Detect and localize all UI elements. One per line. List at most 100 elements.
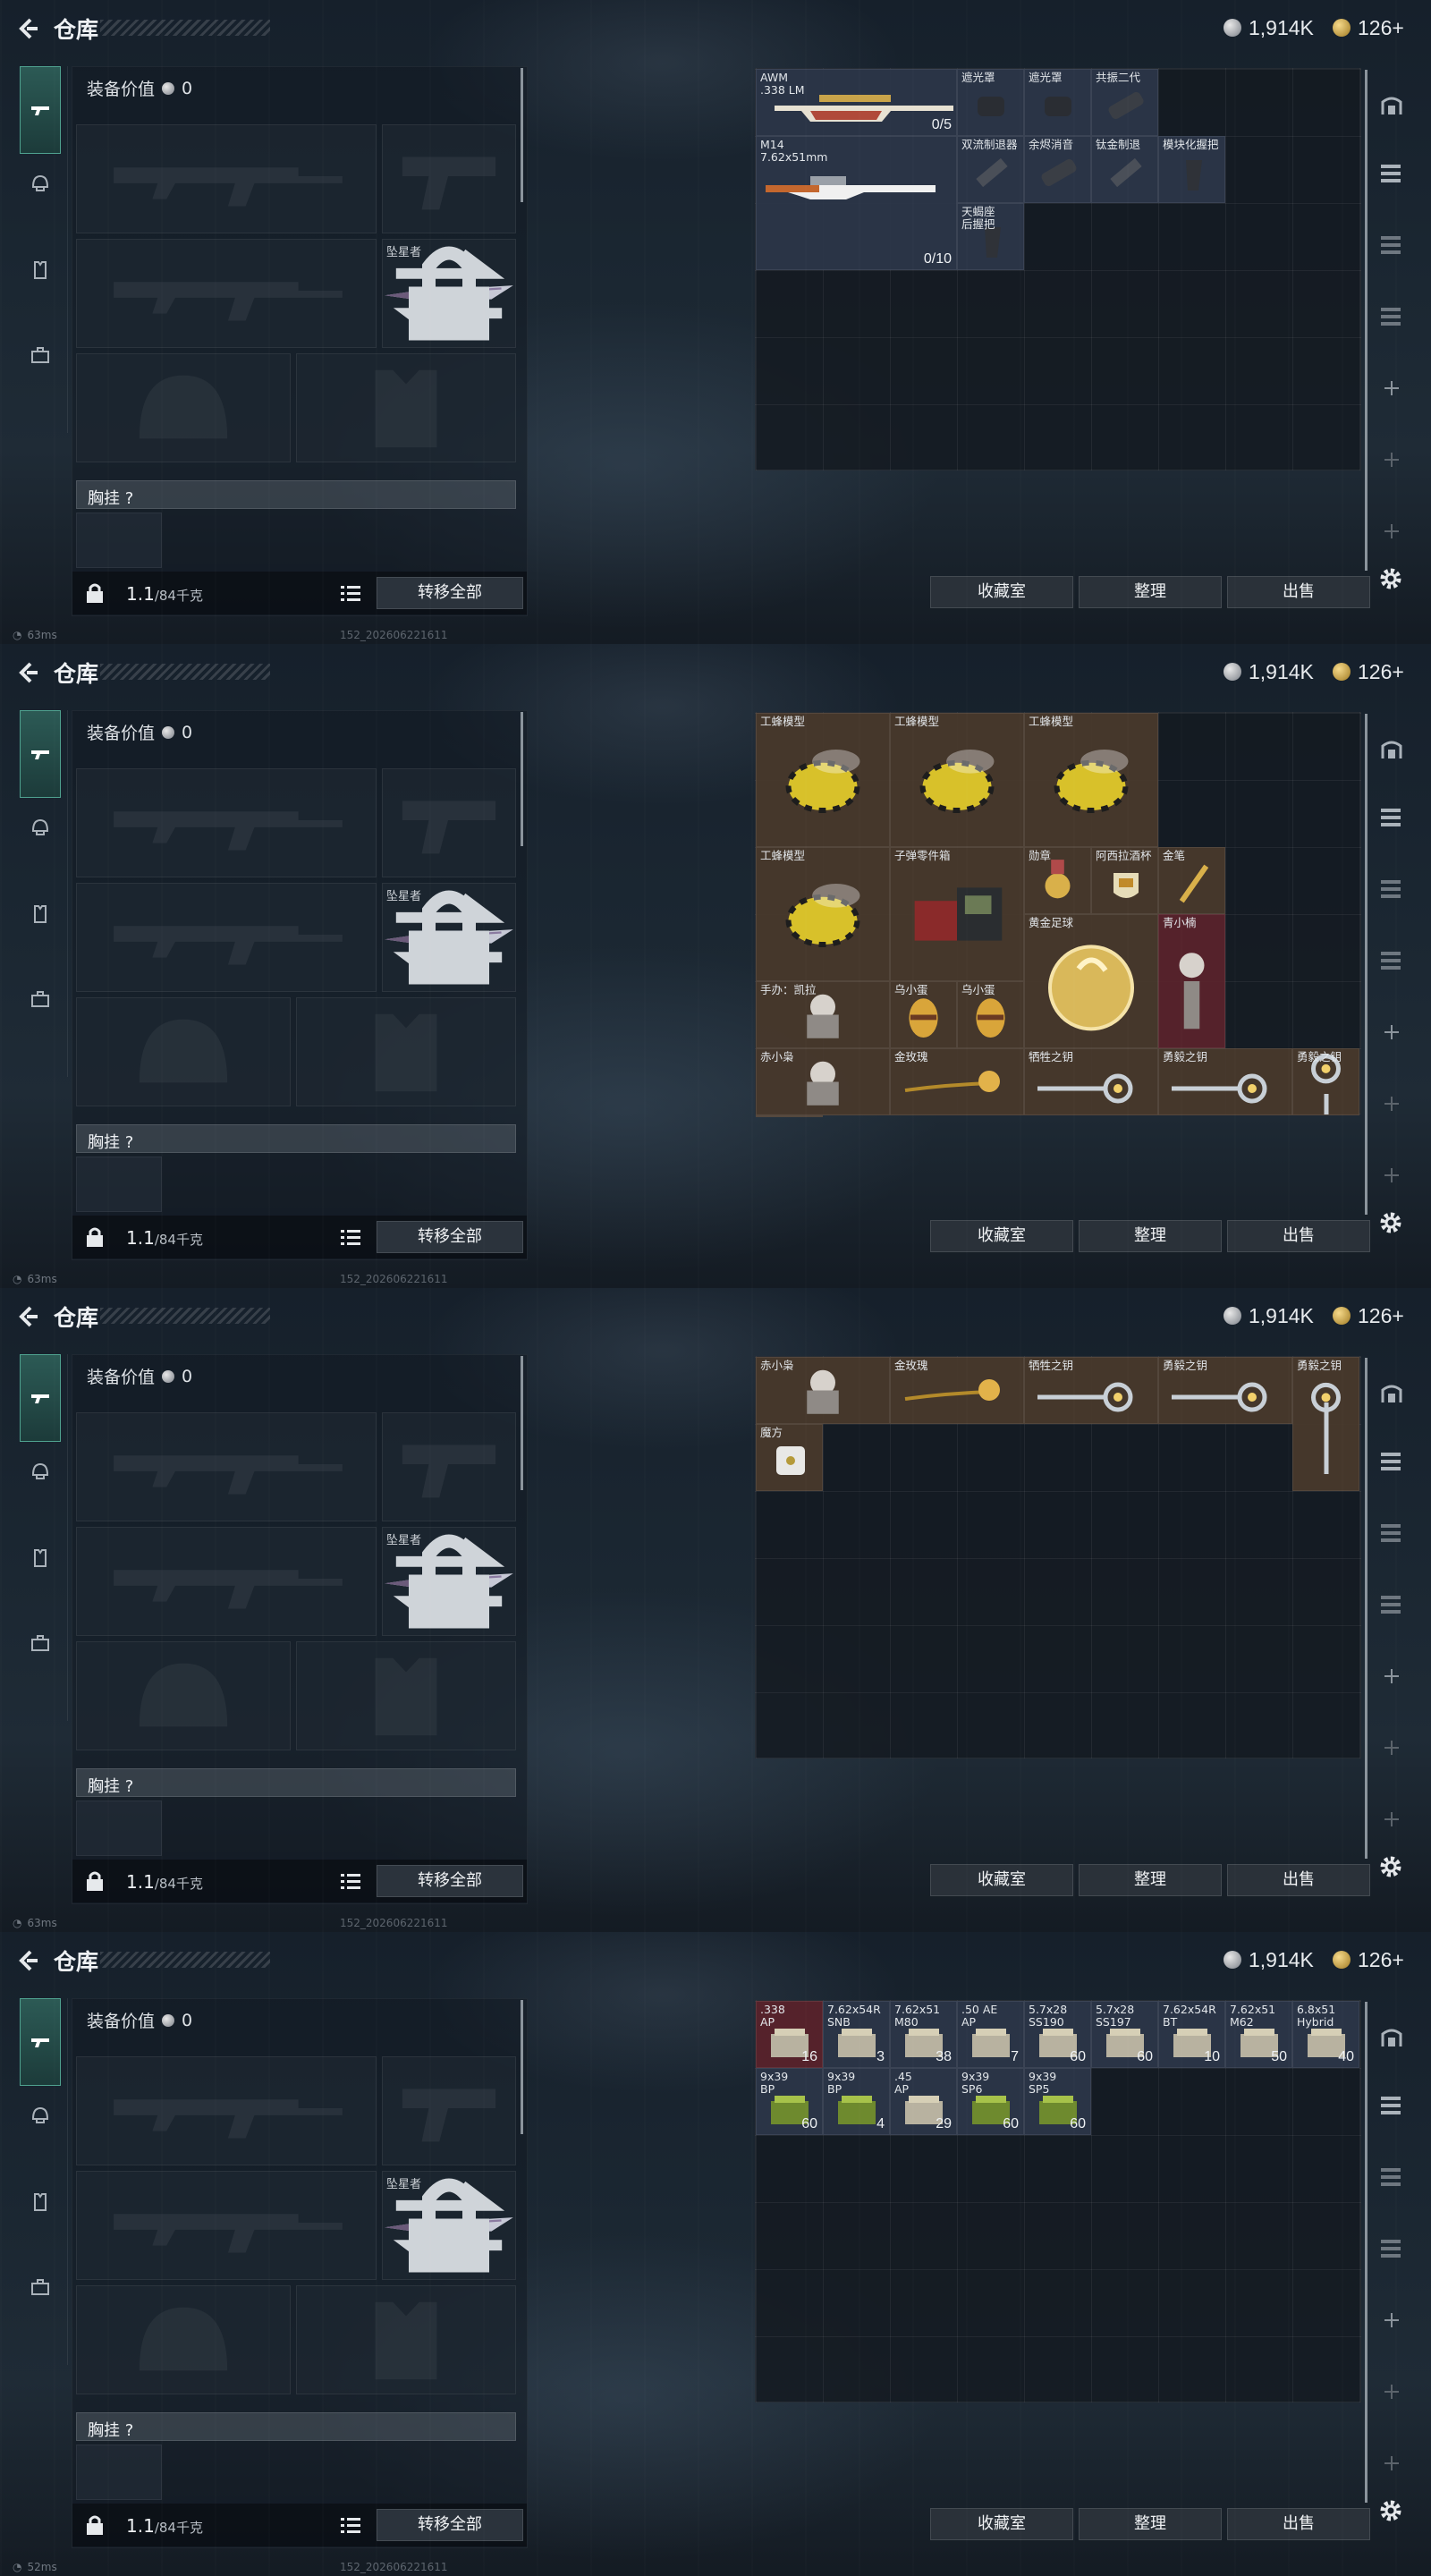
stash-tab-2[interactable] xyxy=(1376,801,1408,834)
stash-item[interactable]: 乌小蛋 xyxy=(957,981,1024,1048)
collection-room-button[interactable]: 收藏室 xyxy=(930,2508,1073,2540)
pistol-slot[interactable] xyxy=(382,768,516,877)
nav-helmet[interactable] xyxy=(20,807,61,848)
equipment-scrollbar[interactable] xyxy=(521,1356,523,1490)
add-tab-button[interactable] xyxy=(1376,1660,1408,1692)
nav-backpack[interactable] xyxy=(20,979,61,1020)
sell-button[interactable]: 出售 xyxy=(1227,576,1370,608)
sell-button[interactable]: 出售 xyxy=(1227,1864,1370,1896)
stash-item[interactable]: 牺牲之钥 xyxy=(1024,1357,1158,1424)
secondary-weapon-slot[interactable] xyxy=(76,883,377,992)
sell-button[interactable]: 出售 xyxy=(1227,2508,1370,2540)
stash-scrollbar[interactable] xyxy=(1365,714,1367,1215)
armor-slot[interactable] xyxy=(296,353,516,462)
gear-icon[interactable] xyxy=(1377,1853,1404,1880)
stash-item[interactable]: 金笔 xyxy=(1158,847,1225,914)
melee-slot[interactable]: 坠星者 xyxy=(382,239,516,348)
melee-slot[interactable]: 坠星者 xyxy=(382,2171,516,2280)
add-tab-button-2[interactable] xyxy=(1376,2376,1408,2408)
back-icon[interactable] xyxy=(14,1304,39,1329)
stash-tab-4[interactable] xyxy=(1376,2233,1408,2265)
stash-tab-1[interactable] xyxy=(1376,89,1408,122)
transfer-all-button[interactable]: 转移全部 xyxy=(377,1865,523,1897)
gear-icon[interactable] xyxy=(1377,1209,1404,1236)
back-icon[interactable] xyxy=(14,660,39,685)
armor-slot[interactable] xyxy=(296,997,516,1106)
transfer-all-button[interactable]: 转移全部 xyxy=(377,1221,523,1253)
transfer-all-button[interactable]: 转移全部 xyxy=(377,577,523,609)
stash-tab-2[interactable] xyxy=(1376,157,1408,190)
stash-grid[interactable]: 赤小枭 金玫瑰 牺牲之钥 勇毅之钥 勇毅之钥 魔方 xyxy=(755,1356,1361,1758)
melee-slot[interactable]: 坠星者 xyxy=(382,883,516,992)
stash-item[interactable]: 赤小枭 xyxy=(756,1048,890,1115)
stash-item[interactable]: 7.62x54R BT 10 xyxy=(1158,2001,1225,2068)
chest-rig-slot[interactable] xyxy=(76,1157,162,1212)
stash-item[interactable]: 工蜂模型 xyxy=(756,713,890,847)
stash-tab-1[interactable] xyxy=(1376,1377,1408,1410)
gear-icon[interactable] xyxy=(1377,2497,1404,2524)
stash-tab-4[interactable] xyxy=(1376,945,1408,977)
stash-item[interactable]: 魔方 xyxy=(756,1424,823,1491)
helmet-slot[interactable] xyxy=(76,997,291,1106)
stash-tab-1[interactable] xyxy=(1376,2021,1408,2054)
stash-item[interactable]: 余烬消音 xyxy=(1024,136,1091,203)
stash-tab-3[interactable] xyxy=(1376,2161,1408,2193)
silver-currency[interactable]: 1,914K xyxy=(1224,1302,1314,1329)
nav-armor[interactable] xyxy=(20,1538,61,1579)
nav-helmet[interactable] xyxy=(20,1451,61,1492)
stash-item[interactable]: .338 AP 16 xyxy=(756,2001,823,2068)
pistol-slot[interactable] xyxy=(382,2056,516,2165)
pistol-slot[interactable] xyxy=(382,1412,516,1521)
secondary-weapon-slot[interactable] xyxy=(76,239,377,348)
collection-room-button[interactable]: 收藏室 xyxy=(930,1220,1073,1252)
nav-helmet[interactable] xyxy=(20,2095,61,2136)
nav-backpack[interactable] xyxy=(20,2267,61,2308)
chest-rig-header[interactable]: 胸挂 ? xyxy=(76,1768,516,1797)
add-tab-button-3[interactable] xyxy=(1376,1159,1408,1191)
transfer-all-button[interactable]: 转移全部 xyxy=(377,2509,523,2541)
helmet-slot[interactable] xyxy=(76,1641,291,1750)
stash-item[interactable]: 遮光罩 xyxy=(957,69,1024,136)
stash-item[interactable]: 工蜂模型 xyxy=(1024,713,1158,847)
helmet-slot[interactable] xyxy=(76,353,291,462)
stash-item[interactable]: 金玫瑰 xyxy=(890,1357,1024,1424)
add-tab-button[interactable] xyxy=(1376,372,1408,404)
sort-button[interactable]: 整理 xyxy=(1079,2508,1222,2540)
stash-tab-3[interactable] xyxy=(1376,873,1408,905)
list-icon[interactable] xyxy=(341,2516,360,2534)
collection-room-button[interactable]: 收藏室 xyxy=(930,576,1073,608)
gold-currency[interactable]: 126+ xyxy=(1333,14,1404,41)
stash-item[interactable]: 遮光罩 xyxy=(1024,69,1091,136)
stash-item[interactable]: 魔方 xyxy=(756,1115,823,1117)
back-icon[interactable] xyxy=(14,16,39,41)
gear-icon[interactable] xyxy=(1377,565,1404,592)
nav-backpack[interactable] xyxy=(20,335,61,376)
stash-item[interactable]: 勇毅之钥 xyxy=(1158,1048,1292,1115)
nav-armor[interactable] xyxy=(20,894,61,935)
helmet-slot[interactable] xyxy=(76,2285,291,2394)
add-tab-button-2[interactable] xyxy=(1376,1732,1408,1764)
stash-item[interactable]: 赤小枭 xyxy=(756,1357,890,1424)
stash-item[interactable]: 9x39 SP5 60 xyxy=(1024,2068,1091,2135)
nav-weapons[interactable] xyxy=(20,1354,61,1442)
lock-icon[interactable] xyxy=(85,1226,105,1248)
stash-tab-4[interactable] xyxy=(1376,301,1408,333)
gold-currency[interactable]: 126+ xyxy=(1333,658,1404,685)
stash-item[interactable]: M14 7.62x51mm 0/10 xyxy=(756,136,957,270)
nav-armor[interactable] xyxy=(20,250,61,291)
primary-weapon-slot[interactable] xyxy=(76,2056,377,2165)
stash-item[interactable]: 勇毅之钥 xyxy=(1158,1357,1292,1424)
stash-item[interactable]: 5.7x28 SS197 60 xyxy=(1091,2001,1158,2068)
lock-icon[interactable] xyxy=(85,582,105,604)
nav-backpack[interactable] xyxy=(20,1623,61,1664)
stash-tab-1[interactable] xyxy=(1376,733,1408,766)
list-icon[interactable] xyxy=(341,1228,360,1246)
chest-rig-header[interactable]: 胸挂 ? xyxy=(76,480,516,509)
stash-item[interactable]: .45 AP 29 xyxy=(890,2068,957,2135)
lock-icon[interactable] xyxy=(85,2514,105,2536)
collection-room-button[interactable]: 收藏室 xyxy=(930,1864,1073,1896)
stash-item[interactable]: 共振二代 xyxy=(1091,69,1158,136)
stash-grid[interactable]: AWM .338 LM 0/5 遮光罩 遮光罩 共振二代 M14 7.62x51mm 0/1… xyxy=(755,68,1361,470)
secondary-weapon-slot[interactable] xyxy=(76,2171,377,2280)
stash-item[interactable]: .50 AE AP 7 xyxy=(957,2001,1024,2068)
